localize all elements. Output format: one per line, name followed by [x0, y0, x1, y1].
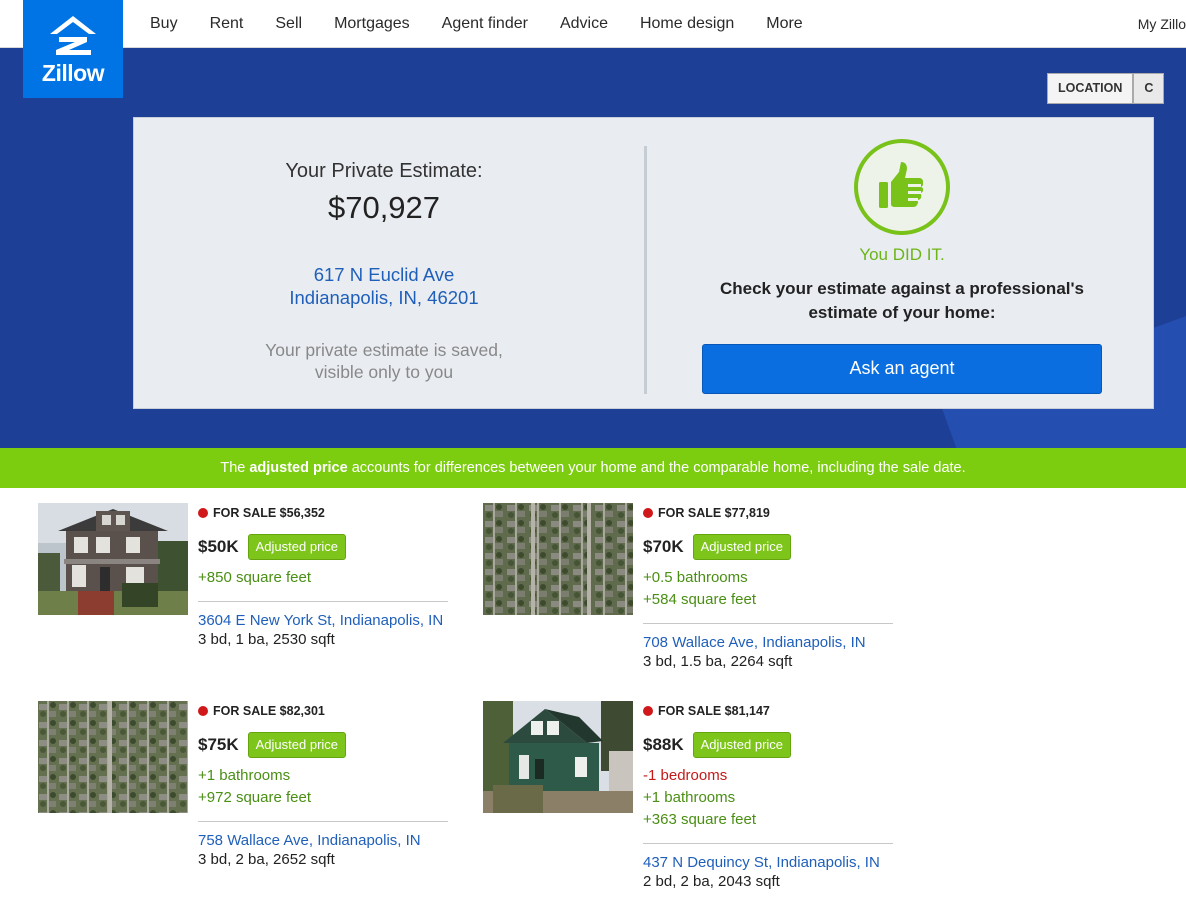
estimate-value: $70,927: [327, 190, 441, 225]
estimate-visibility-note: visible only to you: [314, 362, 454, 382]
nav-more[interactable]: More: [750, 15, 818, 33]
comp-address-link[interactable]: 708 Wallace Ave, Indianapolis, IN: [643, 634, 895, 651]
adjusted-price-value: $88K: [643, 735, 684, 754]
comp-card: FOR SALE $82,301 $75K Adjusted price +1 …: [38, 701, 458, 901]
comp-differences: +1 bathrooms +972 square feet: [198, 765, 450, 809]
top-navigation: Zillow Buy Rent Sell Mortgages Agent fin…: [0, 0, 1186, 98]
logo-text: Zillow: [41, 60, 105, 86]
estimate-address-street[interactable]: 617 N Euclid Ave: [134, 264, 634, 286]
difference-item: +850 square feet: [198, 569, 312, 586]
status-badge: FOR SALE $82,301: [198, 703, 450, 719]
nav-home-design[interactable]: Home design: [624, 15, 750, 33]
comp-photo[interactable]: [38, 503, 188, 615]
adjusted-price-badge[interactable]: Adjusted price: [692, 732, 792, 758]
comp-card: FOR SALE $81,147 $88K Adjusted price -1 …: [483, 701, 903, 901]
estimate-card: Your Private Estimate: $70,927 617 N Euc…: [133, 117, 1154, 409]
status-text: FOR SALE $81,147: [658, 704, 770, 718]
thumbs-up-icon: [854, 139, 950, 235]
adjusted-price-badge[interactable]: Adjusted price: [247, 732, 347, 758]
nav-mortgages[interactable]: Mortgages: [318, 15, 426, 33]
check-estimate-heading-cont: estimate of your home:: [808, 303, 996, 322]
difference-item: -1 bedrooms: [643, 767, 728, 784]
difference-item: +584 square feet: [643, 591, 757, 608]
comp-address-link[interactable]: 3604 E New York St, Indianapolis, IN: [198, 612, 450, 629]
nav-advice[interactable]: Advice: [544, 15, 624, 33]
nav-buy[interactable]: Buy: [134, 15, 194, 33]
estimate-address-city[interactable]: Indianapolis, IN, 46201: [134, 287, 634, 309]
comp-differences: -1 bedrooms +1 bathrooms +363 square fee…: [643, 765, 895, 831]
comp-address-link[interactable]: 437 N Dequincy St, Indianapolis, IN: [643, 854, 895, 871]
comp-info: FOR SALE $82,301 $75K Adjusted price +1 …: [198, 701, 450, 868]
price-row: $50K Adjusted price: [198, 533, 450, 561]
comp-info: FOR SALE $77,819 $70K Adjusted price +0.…: [643, 503, 895, 670]
nav-rent[interactable]: Rent: [194, 15, 260, 33]
adjusted-price-badge[interactable]: Adjusted price: [247, 534, 347, 560]
check-estimate-heading: Check your estimate against a profession…: [719, 279, 1084, 298]
comp-specs: 3 bd, 1.5 ba, 2264 sqft: [643, 653, 793, 670]
divider: [643, 623, 893, 624]
band-text-suffix: accounts for differences between your ho…: [347, 460, 966, 476]
estimate-saved-note: Your private estimate is saved,: [265, 340, 503, 360]
status-text: FOR SALE $56,352: [213, 506, 325, 520]
zillow-logo-icon: [50, 16, 96, 55]
band-text-bold: adjusted price: [249, 460, 348, 476]
adjusted-price-info-band: The adjusted price accounts for differen…: [0, 448, 1186, 488]
zillow-logo[interactable]: Zillow: [23, 0, 123, 98]
for-sale-dot-icon: [643, 706, 653, 716]
comp-specs: 3 bd, 2 ba, 2652 sqft: [198, 851, 335, 868]
house-photo-icon: [483, 701, 633, 813]
for-sale-dot-icon: [643, 508, 653, 518]
price-row: $88K Adjusted price: [643, 731, 895, 759]
hero-tabs: LOCATION C: [1047, 73, 1165, 104]
adjusted-price-value: $50K: [198, 537, 239, 556]
comp-photo[interactable]: [38, 701, 188, 813]
adjusted-price-value: $70K: [643, 537, 684, 556]
ask-an-agent-button[interactable]: Ask an agent: [702, 344, 1102, 394]
nav-sell[interactable]: Sell: [259, 15, 318, 33]
difference-item: +1 bathrooms: [198, 767, 291, 784]
divider: [643, 843, 893, 844]
for-sale-dot-icon: [198, 706, 208, 716]
comp-differences: +0.5 bathrooms +584 square feet: [643, 567, 895, 611]
nav-agent-finder[interactable]: Agent finder: [426, 15, 544, 33]
comp-photo[interactable]: [483, 503, 633, 615]
price-row: $75K Adjusted price: [198, 731, 450, 759]
band-text-prefix: The: [220, 460, 250, 476]
difference-item: +0.5 bathrooms: [643, 569, 748, 586]
house-photo-icon: [38, 503, 188, 615]
divider: [198, 601, 448, 602]
card-divider: [644, 146, 647, 394]
comp-info: FOR SALE $56,352 $50K Adjusted price +85…: [198, 503, 450, 648]
main-nav: Buy Rent Sell Mortgages Agent finder Adv…: [134, 0, 819, 48]
status-badge: FOR SALE $56,352: [198, 505, 450, 521]
divider: [198, 821, 448, 822]
comp-specs: 3 bd, 1 ba, 2530 sqft: [198, 631, 335, 648]
estimate-label: Your Private Estimate:: [285, 160, 483, 182]
status-text: FOR SALE $77,819: [658, 506, 770, 520]
aerial-photo-icon: [483, 503, 633, 615]
difference-item: +363 square feet: [643, 811, 757, 828]
comp-card: FOR SALE $77,819 $70K Adjusted price +0.…: [483, 503, 903, 703]
comp-info: FOR SALE $81,147 $88K Adjusted price -1 …: [643, 701, 895, 890]
comp-specs: 2 bd, 2 ba, 2043 sqft: [643, 873, 780, 890]
success-message: You DID IT.: [859, 245, 945, 264]
comp-photo[interactable]: [483, 701, 633, 813]
nav-my-zillow[interactable]: My Zillo: [1138, 16, 1186, 32]
comp-differences: +850 square feet: [198, 567, 450, 589]
status-badge: FOR SALE $81,147: [643, 703, 895, 719]
comp-address-link[interactable]: 758 Wallace Ave, Indianapolis, IN: [198, 832, 450, 849]
adjusted-price-value: $75K: [198, 735, 239, 754]
for-sale-dot-icon: [198, 508, 208, 518]
difference-item: +1 bathrooms: [643, 789, 736, 806]
tab-location[interactable]: LOCATION: [1047, 73, 1134, 104]
price-row: $70K Adjusted price: [643, 533, 895, 561]
adjusted-price-badge[interactable]: Adjusted price: [692, 534, 792, 560]
difference-item: +972 square feet: [198, 789, 312, 806]
estimate-hero: LOCATION C Your Private Estimate: $70,92…: [0, 48, 1186, 448]
comp-card: FOR SALE $56,352 $50K Adjusted price +85…: [38, 503, 458, 703]
tab-c[interactable]: C: [1133, 73, 1165, 104]
status-text: FOR SALE $82,301: [213, 704, 325, 718]
status-badge: FOR SALE $77,819: [643, 505, 895, 521]
aerial-photo-icon: [38, 701, 188, 813]
